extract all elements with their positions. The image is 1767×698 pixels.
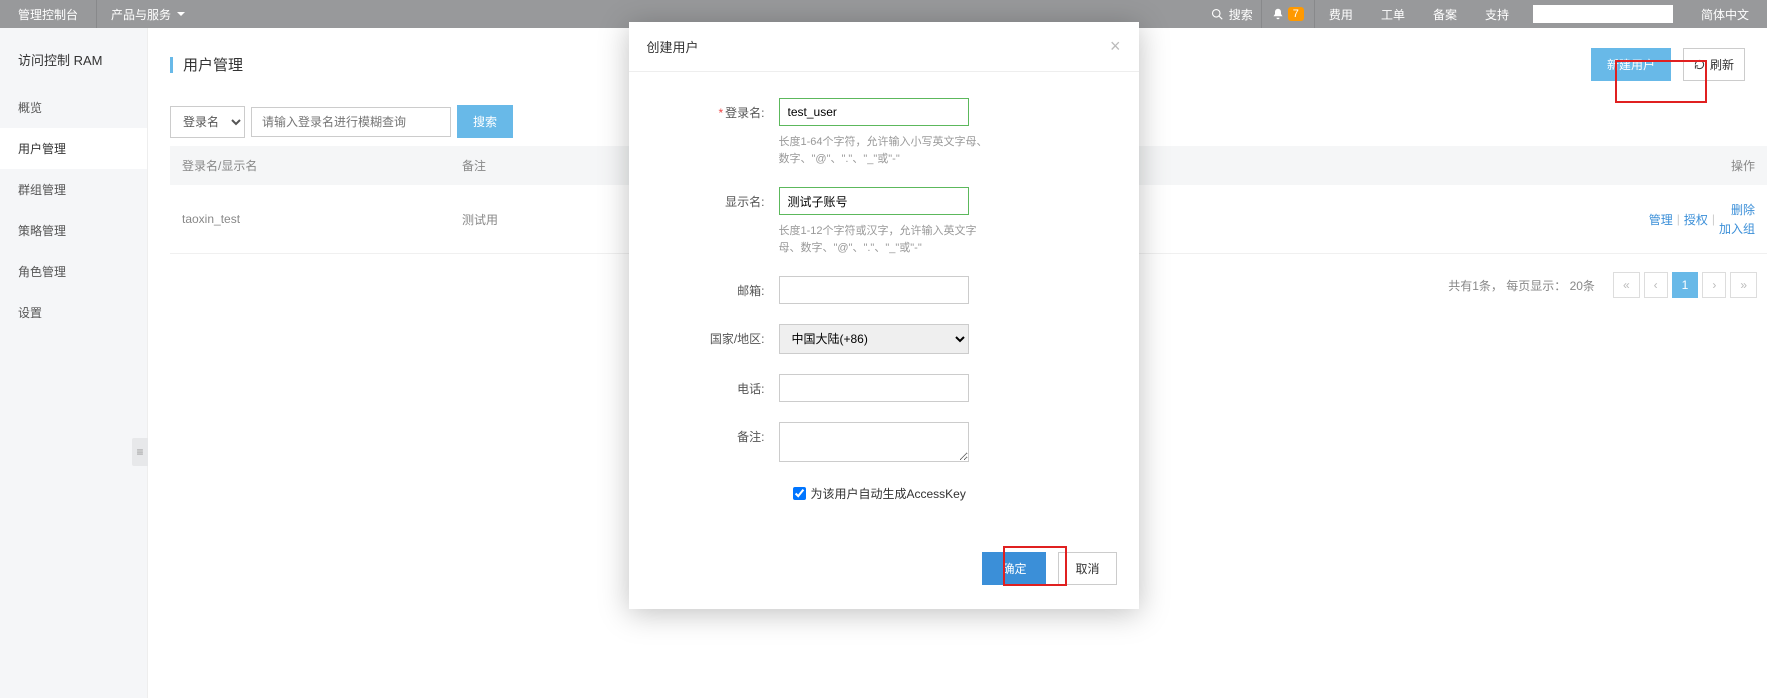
search-label: 搜索: [1229, 6, 1253, 23]
form-row-region: 国家/地区: 中国大陆(+86): [659, 324, 1109, 354]
close-icon[interactable]: ×: [1110, 36, 1121, 57]
form-row-phone: 电话:: [659, 374, 1109, 402]
sidebar-title: 访问控制 RAM: [0, 28, 147, 87]
language-switch[interactable]: 简体中文: [1683, 6, 1767, 23]
form-row-login: *登录名: 长度1-64个字符，允许输入小写英文字母、数字、"@"、"."、"_…: [659, 98, 1109, 167]
form-row-remark: 备注:: [659, 422, 1109, 465]
form-row-accesskey: 为该用户自动生成AccessKey: [659, 485, 1109, 502]
sidebar: 访问控制 RAM 概览 用户管理 群组管理 策略管理 角色管理 设置 ≡: [0, 28, 148, 698]
nav-ticket[interactable]: 工单: [1367, 0, 1419, 28]
pagesize-text: 每页显示：: [1506, 279, 1566, 293]
label-email: 邮箱:: [659, 276, 779, 304]
cell-login[interactable]: taoxin_test: [182, 212, 462, 226]
modal-footer: 确定 取消: [629, 534, 1139, 609]
console-brand[interactable]: 管理控制台: [0, 0, 96, 28]
refresh-label: 刷新: [1710, 56, 1734, 73]
sidebar-item-overview[interactable]: 概览: [0, 87, 147, 128]
region-select[interactable]: 中国大陆(+86): [779, 324, 969, 354]
modal-title: 创建用户: [647, 37, 1110, 56]
sidebar-collapse-icon[interactable]: ≡: [132, 438, 148, 466]
title-accent: [170, 57, 173, 73]
accesskey-checkbox[interactable]: [793, 487, 806, 500]
sidebar-item-settings[interactable]: 设置: [0, 292, 147, 333]
bell-icon: [1272, 8, 1284, 20]
global-search[interactable]: 搜索: [1203, 6, 1261, 23]
sep: |: [1712, 212, 1715, 226]
search-button[interactable]: 搜索: [457, 105, 513, 138]
label-remark: 备注:: [659, 422, 779, 465]
refresh-icon: [1694, 59, 1705, 70]
action-authorize[interactable]: 授权: [1684, 211, 1708, 228]
search-input[interactable]: [251, 107, 451, 137]
total-text: 共有1条，: [1448, 279, 1503, 293]
phone-input[interactable]: [779, 374, 969, 402]
action-addgroup[interactable]: 加入组: [1719, 220, 1755, 237]
refresh-button[interactable]: 刷新: [1683, 48, 1745, 81]
action-delete[interactable]: 删除: [1731, 201, 1755, 218]
modal-body: *登录名: 长度1-64个字符，允许输入小写英文字母、数字、"@"、"."、"_…: [629, 72, 1139, 534]
email-input[interactable]: [779, 276, 969, 304]
search-field-select[interactable]: 登录名: [170, 106, 245, 138]
sidebar-item-roles[interactable]: 角色管理: [0, 251, 147, 292]
ok-button[interactable]: 确定: [982, 552, 1046, 585]
remark-textarea[interactable]: [779, 422, 969, 462]
login-input[interactable]: [779, 98, 969, 126]
page-current[interactable]: 1: [1672, 272, 1699, 298]
page-prev[interactable]: ‹: [1644, 272, 1668, 298]
nav-beian[interactable]: 备案: [1419, 0, 1471, 28]
cancel-button[interactable]: 取消: [1058, 552, 1116, 585]
hint-login: 长度1-64个字符，允许输入小写英文字母、数字、"@"、"."、"_"或"-": [779, 134, 989, 167]
search-icon: [1211, 8, 1223, 20]
accesskey-label[interactable]: 为该用户自动生成AccessKey: [793, 485, 966, 502]
page-last[interactable]: »: [1730, 272, 1757, 298]
form-row-email: 邮箱:: [659, 276, 1109, 304]
caret-down-icon: [177, 12, 185, 16]
nav-fee[interactable]: 费用: [1315, 0, 1367, 28]
notification-badge: 7: [1288, 7, 1304, 21]
notifications[interactable]: 7: [1262, 7, 1314, 21]
sidebar-item-policies[interactable]: 策略管理: [0, 210, 147, 251]
label-display: 显示名:: [659, 187, 779, 256]
products-label: 产品与服务: [111, 6, 171, 23]
sep: |: [1677, 212, 1680, 226]
cell-ops: 管理 | 授权 | 删除 加入组: [1649, 201, 1755, 237]
col-header-login: 登录名/显示名: [182, 157, 462, 174]
display-input[interactable]: [779, 187, 969, 215]
create-user-modal: 创建用户 × *登录名: 长度1-64个字符，允许输入小写英文字母、数字、"@"…: [629, 22, 1139, 609]
sidebar-item-groups[interactable]: 群组管理: [0, 169, 147, 210]
page-next[interactable]: ›: [1702, 272, 1726, 298]
products-menu[interactable]: 产品与服务: [97, 6, 199, 23]
sidebar-item-users[interactable]: 用户管理: [0, 128, 147, 169]
label-phone: 电话:: [659, 374, 779, 402]
modal-header: 创建用户 ×: [629, 22, 1139, 72]
accesskey-text: 为该用户自动生成AccessKey: [811, 485, 966, 502]
action-manage[interactable]: 管理: [1649, 211, 1673, 228]
col-header-ops: 操作: [1695, 157, 1755, 174]
account-input[interactable]: [1533, 5, 1673, 23]
form-row-display: 显示名: 长度1-12个字符或汉字，允许输入英文字母、数字、"@"、"."、"_…: [659, 187, 1109, 256]
hint-display: 长度1-12个字符或汉字，允许输入英文字母、数字、"@"、"."、"_"或"-": [779, 223, 989, 256]
new-user-button[interactable]: 新建用户: [1591, 48, 1671, 81]
nav-support[interactable]: 支持: [1471, 0, 1523, 28]
page-first[interactable]: «: [1613, 272, 1640, 298]
label-region: 国家/地区:: [659, 324, 779, 354]
pagesize-value[interactable]: 20条: [1570, 279, 1595, 293]
label-login: *登录名:: [659, 98, 779, 167]
pagination-info: 共有1条， 每页显示： 20条: [1448, 277, 1595, 294]
